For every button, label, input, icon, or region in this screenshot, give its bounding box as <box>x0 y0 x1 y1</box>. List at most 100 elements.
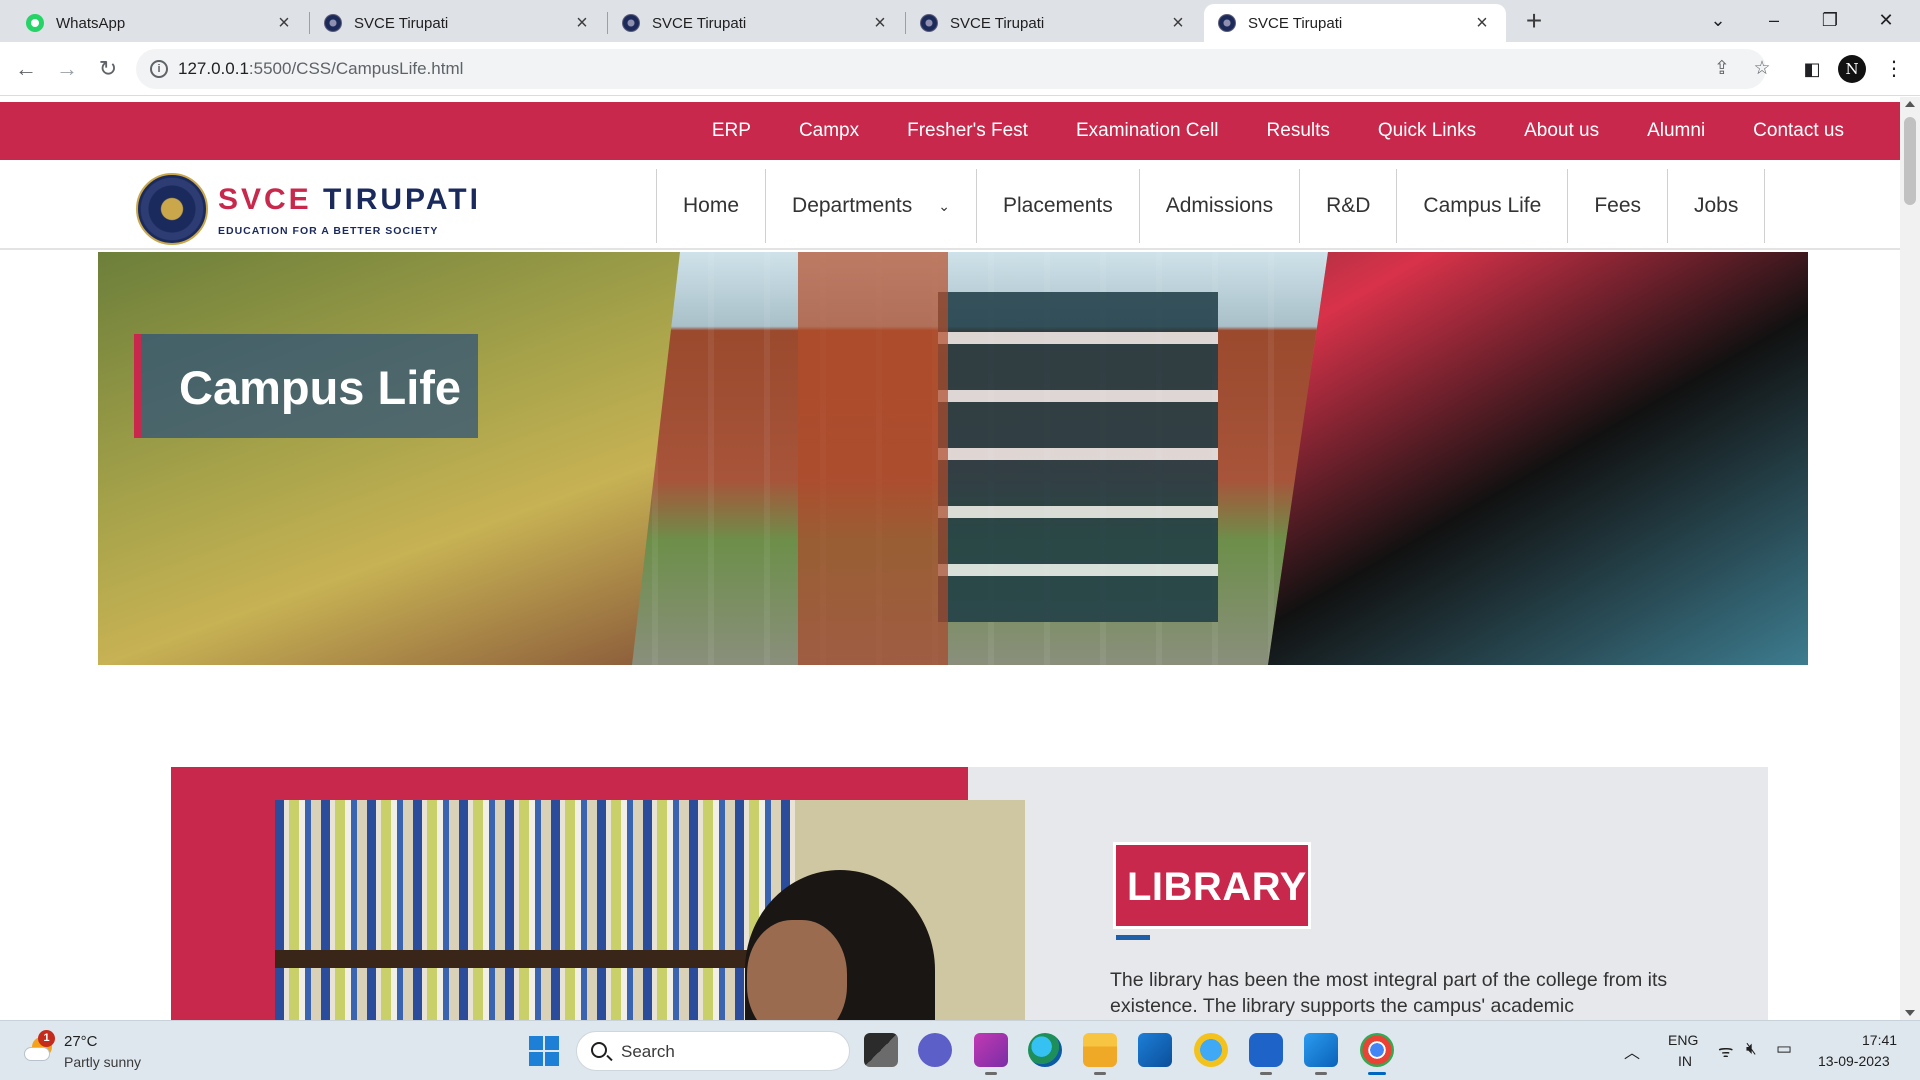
tab-title: WhatsApp <box>56 14 126 32</box>
vscode-icon[interactable] <box>1304 1033 1338 1075</box>
close-icon[interactable]: × <box>572 12 592 35</box>
side-panel-icon[interactable]: ◧ <box>1796 53 1828 85</box>
top-link-results[interactable]: Results <box>1243 120 1354 142</box>
profile-avatar[interactable]: N <box>1838 55 1866 83</box>
svce-favicon-icon <box>1218 14 1236 32</box>
svce-favicon-icon <box>920 14 938 32</box>
top-link-erp[interactable]: ERP <box>688 120 775 142</box>
weather-description[interactable]: Partly sunny <box>64 1054 141 1070</box>
search-icon <box>591 1042 607 1058</box>
top-link-contact-us[interactable]: Contact us <box>1729 120 1868 142</box>
svce-favicon-icon <box>324 14 342 32</box>
nav-label: Jobs <box>1694 194 1739 217</box>
close-icon[interactable]: × <box>274 12 294 35</box>
language-region[interactable]: IN <box>1678 1053 1692 1069</box>
site-logo[interactable]: SVCE TIRUPATI EDUCATION FOR A BETTER SOC… <box>136 173 478 247</box>
forward-arrow-icon[interactable]: → <box>51 53 83 85</box>
search-placeholder: Search <box>621 1042 675 1061</box>
top-link-quick-links[interactable]: Quick Links <box>1354 120 1500 142</box>
close-icon[interactable]: × <box>870 12 890 35</box>
nav-label: Placements <box>1002 194 1113 217</box>
hero-banner: Campus Life <box>98 252 1808 665</box>
scrollbar-thumb[interactable] <box>1904 117 1916 205</box>
minimize-icon[interactable]: – <box>1746 0 1802 42</box>
clock-date[interactable]: 13-09-2023 <box>1818 1053 1890 1069</box>
scroll-up-arrow-icon[interactable] <box>1905 101 1915 107</box>
scroll-down-arrow-icon[interactable] <box>1905 1010 1915 1016</box>
tab-strip: WhatsApp × SVCE Tirupati × SVCE Tirupati… <box>0 0 1920 42</box>
bookmark-star-icon[interactable]: ☆ <box>1750 57 1774 81</box>
close-window-icon[interactable]: ✕ <box>1858 0 1914 42</box>
nav-item-placements[interactable]: Placements <box>975 169 1139 243</box>
page-scrollbar[interactable] <box>1900 97 1920 1020</box>
nav-label: Home <box>683 194 740 217</box>
quick-assist-icon[interactable] <box>1249 1033 1283 1075</box>
tab-svce-2[interactable]: SVCE Tirupati × <box>608 4 904 42</box>
logo-tagline: EDUCATION FOR A BETTER SOCIETY <box>218 225 439 237</box>
url-text[interactable]: 127.0.0.1:5500/CSS/CampusLife.html <box>178 59 463 79</box>
volume-muted-icon[interactable]: 🔇︎ <box>1746 1039 1757 1059</box>
top-link-campx[interactable]: Campx <box>775 120 883 142</box>
menu-kebab-icon[interactable]: ⋮ <box>1878 53 1910 85</box>
bookshelf <box>275 800 795 1020</box>
tab-svce-active[interactable]: SVCE Tirupati × <box>1204 4 1506 42</box>
nav-item-admissions[interactable]: Admissions <box>1138 169 1299 243</box>
nav-label: Fees <box>1594 194 1641 217</box>
nav-item-jobs[interactable]: Jobs <box>1667 169 1764 243</box>
back-arrow-icon[interactable]: ← <box>10 53 42 85</box>
app-w-icon[interactable] <box>974 1033 1008 1075</box>
nav-label: Admissions <box>1165 194 1274 217</box>
battery-icon[interactable]: ▭ <box>1776 1039 1792 1059</box>
taskbar-search[interactable]: Search <box>576 1031 850 1071</box>
top-link-alumni[interactable]: Alumni <box>1623 120 1729 142</box>
file-explorer-icon[interactable] <box>1083 1033 1117 1075</box>
restore-icon[interactable]: ❐ <box>1802 0 1858 42</box>
hero-title-box: Campus Life <box>134 334 478 438</box>
address-bar[interactable]: i 127.0.0.1:5500/CSS/CampusLife.html ⇪ ☆ <box>136 49 1771 89</box>
new-tab-button[interactable]: + <box>1518 6 1550 38</box>
nav-item-departments[interactable]: Departments ⌄ <box>765 169 976 243</box>
clock-time[interactable]: 17:41 <box>1862 1032 1897 1048</box>
tab-search-chevron-icon[interactable]: ⌄ <box>1690 0 1746 42</box>
tab-title: SVCE Tirupati <box>652 14 747 32</box>
tab-whatsapp[interactable]: WhatsApp × <box>12 4 308 42</box>
url-path: :5500/CSS/CampusLife.html <box>248 59 464 78</box>
section-title-badge: LIBRARY <box>1113 842 1311 929</box>
top-link-freshers-fest[interactable]: Fresher's Fest <box>883 120 1052 142</box>
language-indicator[interactable]: ENG <box>1668 1032 1698 1048</box>
section-description: The library has been the most integral p… <box>1110 969 1668 1017</box>
get-help-icon[interactable] <box>1194 1033 1228 1067</box>
logo-name-secondary: TIRUPATI <box>323 183 481 216</box>
windows-start-icon[interactable] <box>529 1036 559 1066</box>
teams-chat-icon[interactable] <box>918 1033 952 1067</box>
nav-item-home[interactable]: Home <box>656 169 765 243</box>
nav-item-fees[interactable]: Fees <box>1567 169 1667 243</box>
top-link-about-us[interactable]: About us <box>1500 120 1623 142</box>
weather-temperature[interactable]: 27°C <box>64 1033 98 1050</box>
chrome-icon[interactable] <box>1360 1033 1394 1075</box>
show-hidden-icons-chevron-icon[interactable]: ︿ <box>1624 1039 1640 1063</box>
close-icon[interactable]: × <box>1472 12 1492 35</box>
nav-item-rnd[interactable]: R&D <box>1299 169 1396 243</box>
edge-browser-icon[interactable] <box>1028 1033 1062 1067</box>
windows-taskbar: 1 27°C Partly sunny Search ︿ ENG IN ᯤ 🔇︎… <box>0 1020 1920 1080</box>
svce-favicon-icon <box>622 14 640 32</box>
tab-svce-1[interactable]: SVCE Tirupati × <box>310 4 606 42</box>
close-icon[interactable]: × <box>1168 12 1188 35</box>
top-utility-bar: ERP Campx Fresher's Fest Examination Cel… <box>0 102 1900 160</box>
tab-title: SVCE Tirupati <box>354 14 449 32</box>
logo-name-primary: SVCE <box>218 183 312 216</box>
task-view-icon[interactable] <box>864 1033 898 1067</box>
microsoft-store-icon[interactable] <box>1138 1033 1172 1067</box>
title-underline <box>1116 935 1150 940</box>
whatsapp-icon <box>26 14 44 32</box>
notification-badge: 1 <box>38 1030 55 1047</box>
nav-item-campus-life[interactable]: Campus Life <box>1396 169 1567 243</box>
site-info-icon[interactable]: i <box>150 60 168 78</box>
wifi-icon[interactable]: ᯤ <box>1718 1039 1734 1062</box>
tab-svce-3[interactable]: SVCE Tirupati × <box>906 4 1202 42</box>
top-link-examination-cell[interactable]: Examination Cell <box>1052 120 1243 142</box>
reload-icon[interactable]: ↻ <box>92 53 124 85</box>
share-icon[interactable]: ⇪ <box>1710 57 1734 81</box>
browser-toolbar: ← → ↻ i 127.0.0.1:5500/CSS/CampusLife.ht… <box>0 42 1920 96</box>
